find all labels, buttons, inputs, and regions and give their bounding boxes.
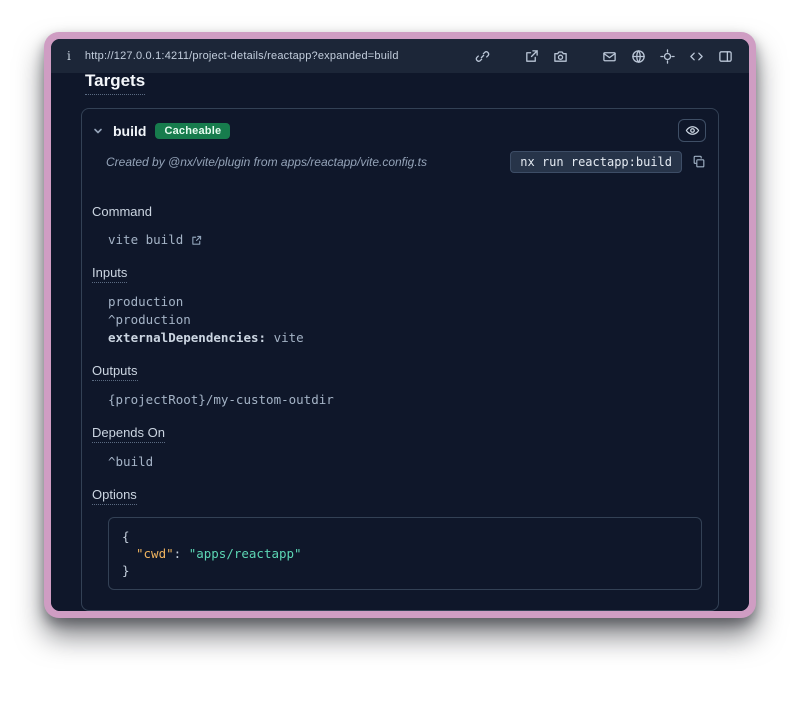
depends-on-label: Depends On	[92, 425, 165, 443]
camera-icon[interactable]	[552, 48, 568, 64]
build-card-body: Command vite build Inputs	[82, 186, 718, 610]
mail-icon[interactable]	[601, 48, 617, 64]
external-link-icon[interactable]	[190, 234, 203, 247]
info-icon: i	[67, 49, 71, 63]
window-inner: i http://127.0.0.1:4211/project-details/…	[51, 39, 749, 611]
command-value-row: vite build	[108, 231, 704, 249]
code-line: {	[122, 528, 688, 545]
inputs-list: production ^production externalDependenc…	[108, 293, 704, 347]
options-code-box: { "cwd": "apps/reactapp" }	[108, 517, 702, 590]
inputs-label: Inputs	[92, 265, 127, 283]
command-section: Command vite build	[92, 203, 704, 249]
target-card-build: build Cacheable Created by @nx/vite/plug…	[81, 108, 719, 611]
build-card-header: build Cacheable	[82, 109, 718, 148]
command-label: Command	[92, 204, 152, 219]
outputs-label: Outputs	[92, 363, 138, 381]
input-item: production	[108, 293, 704, 311]
copy-icon[interactable]	[692, 155, 706, 169]
outputs-value: {projectRoot}/my-custom-outdir	[108, 391, 704, 409]
inputs-section: Inputs production ^production externalDe…	[92, 264, 704, 347]
panel-icon[interactable]	[717, 48, 733, 64]
app-window: i http://127.0.0.1:4211/project-details/…	[44, 32, 756, 618]
options-section: Options { "cwd": "apps/reactapp" }	[92, 486, 704, 590]
depends-on-section: Depends On ^build	[92, 424, 704, 471]
code-icon[interactable]	[688, 48, 704, 64]
run-command-chip: nx run reactapp:build	[510, 151, 682, 173]
input-item: ^production	[108, 311, 704, 329]
depends-on-value: ^build	[108, 453, 704, 471]
address-url[interactable]: http://127.0.0.1:4211/project-details/re…	[85, 50, 474, 62]
options-label: Options	[92, 487, 137, 505]
outputs-section: Outputs {projectRoot}/my-custom-outdir	[92, 362, 704, 409]
json-value: "apps/reactapp"	[189, 546, 302, 561]
locate-icon[interactable]	[659, 48, 675, 64]
titlebar-actions	[474, 48, 733, 64]
json-separator: :	[174, 546, 189, 561]
cacheable-badge: Cacheable	[155, 123, 230, 139]
created-by-text: Created by @nx/vite/plugin from apps/rea…	[106, 155, 500, 169]
eye-icon-build[interactable]	[678, 119, 706, 142]
external-deps-key: externalDependencies:	[108, 330, 266, 345]
code-line: }	[122, 562, 688, 579]
build-created-row: Created by @nx/vite/plugin from apps/rea…	[82, 148, 718, 186]
chevron-down-icon[interactable]	[92, 125, 104, 137]
globe-icon[interactable]	[630, 48, 646, 64]
json-key: "cwd"	[136, 546, 174, 561]
command-value: vite build	[108, 231, 183, 249]
project-details-page: Targets build Cacheable	[51, 73, 749, 611]
code-line: "cwd": "apps/reactapp"	[122, 545, 688, 562]
titlebar: i http://127.0.0.1:4211/project-details/…	[51, 39, 749, 73]
link-icon[interactable]	[474, 48, 490, 64]
targets-heading: Targets	[85, 73, 145, 95]
input-item-external-deps: externalDependencies: vite	[108, 329, 704, 347]
target-name-build: build	[113, 123, 146, 139]
external-deps-value: vite	[274, 330, 304, 345]
export-icon[interactable]	[523, 48, 539, 64]
